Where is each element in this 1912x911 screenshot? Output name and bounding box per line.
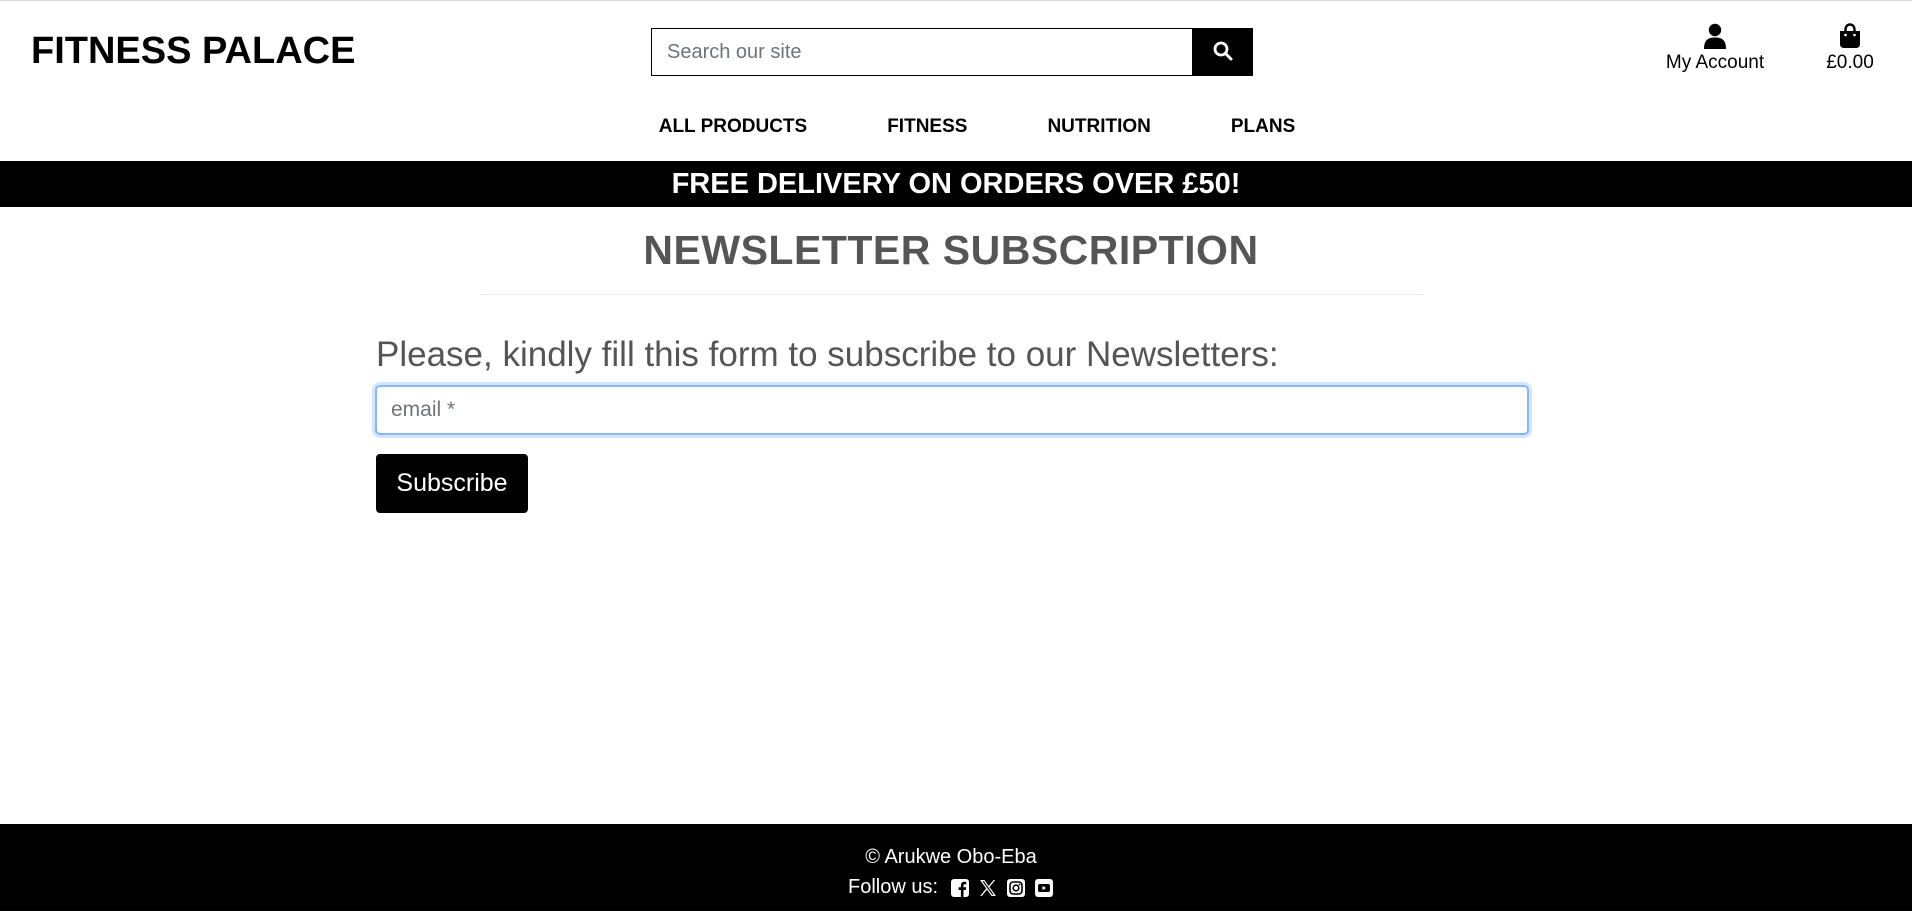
- nav-item-plans[interactable]: PLANS: [1191, 111, 1335, 143]
- search-form: [651, 28, 1253, 76]
- x-twitter-icon[interactable]: [978, 878, 998, 898]
- search-button[interactable]: [1192, 28, 1253, 76]
- my-account-link[interactable]: My Account: [1655, 21, 1775, 75]
- shopping-bag-link[interactable]: £0.00: [1810, 21, 1890, 75]
- facebook-icon[interactable]: [950, 878, 970, 898]
- my-account-label: My Account: [1665, 52, 1765, 73]
- nav-item-fitness[interactable]: FITNESS: [847, 111, 1007, 143]
- nav-item-all-products[interactable]: ALL PRODUCTS: [619, 111, 847, 143]
- page: FITNESS PALACE My Account: [0, 0, 1912, 911]
- email-field[interactable]: [375, 385, 1529, 435]
- brand-logo-link[interactable]: FITNESS PALACE: [31, 29, 355, 73]
- subscribe-button[interactable]: Subscribe: [376, 454, 528, 513]
- copyright-text: © Arukwe Obo-Eba: [865, 846, 1037, 868]
- user-icon: [1704, 21, 1726, 51]
- site-footer: © Arukwe Obo-Eba Follow us:: [0, 824, 1912, 911]
- nav-item-nutrition[interactable]: NUTRITION: [1007, 111, 1190, 143]
- site-header: FITNESS PALACE My Account: [0, 1, 1912, 101]
- nav-list: ALL PRODUCTS FITNESS NUTRITION PLANS: [619, 111, 1336, 143]
- bag-total: £0.00: [1826, 52, 1874, 73]
- instagram-icon[interactable]: [1006, 878, 1026, 898]
- youtube-icon[interactable]: [1034, 878, 1054, 898]
- form-intro-text: Please, kindly fill this form to subscri…: [376, 335, 1279, 374]
- delivery-banner: FREE DELIVERY ON ORDERS OVER £50!: [0, 161, 1912, 207]
- shopping-bag-icon: [1839, 21, 1861, 51]
- main-nav: ALL PRODUCTS FITNESS NUTRITION PLANS: [0, 111, 1912, 143]
- follow-us-row: Follow us:: [0, 876, 1902, 899]
- heading-divider: [481, 294, 1423, 295]
- social-icons: [950, 878, 1054, 898]
- search-input[interactable]: [651, 28, 1192, 76]
- follow-us-label: Follow us:: [847, 876, 939, 898]
- search-icon: [1213, 41, 1233, 64]
- delivery-banner-text: FREE DELIVERY ON ORDERS OVER £50!: [671, 167, 1241, 200]
- page-title: NEWSLETTER SUBSCRIPTION: [643, 227, 1259, 273]
